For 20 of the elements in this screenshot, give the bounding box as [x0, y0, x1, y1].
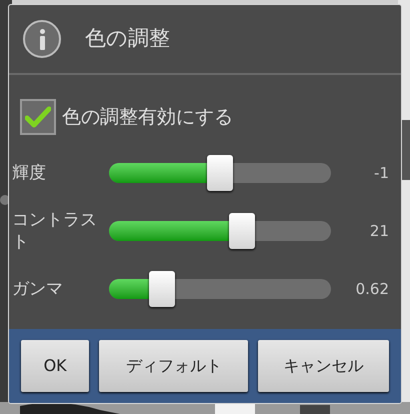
enable-checkbox[interactable] — [20, 99, 56, 135]
dialog-title: 色の調整 — [85, 25, 170, 52]
slider[interactable] — [109, 270, 331, 308]
slider-value: 0.62 — [354, 278, 389, 300]
slider-thumb[interactable] — [149, 271, 176, 307]
slider-thumb[interactable] — [229, 213, 256, 249]
slider[interactable] — [109, 212, 331, 250]
slider-value: -1 — [373, 162, 389, 184]
dialog-button[interactable]: OK — [21, 340, 90, 392]
check-icon — [25, 106, 51, 128]
slider-label: 輝度 — [12, 162, 47, 184]
slider-label: コントラスト — [12, 209, 98, 253]
slider-label: ガンマ — [12, 278, 64, 300]
dialog-button[interactable]: ディフォルト — [99, 340, 248, 392]
slider-value: 21 — [368, 220, 389, 242]
slider-thumb[interactable] — [207, 155, 233, 191]
dialog-button[interactable]: キャンセル — [258, 340, 389, 392]
slider[interactable] — [109, 154, 331, 192]
info-icon — [23, 20, 61, 58]
checkbox-label: 色の調整有効にする — [62, 104, 233, 130]
